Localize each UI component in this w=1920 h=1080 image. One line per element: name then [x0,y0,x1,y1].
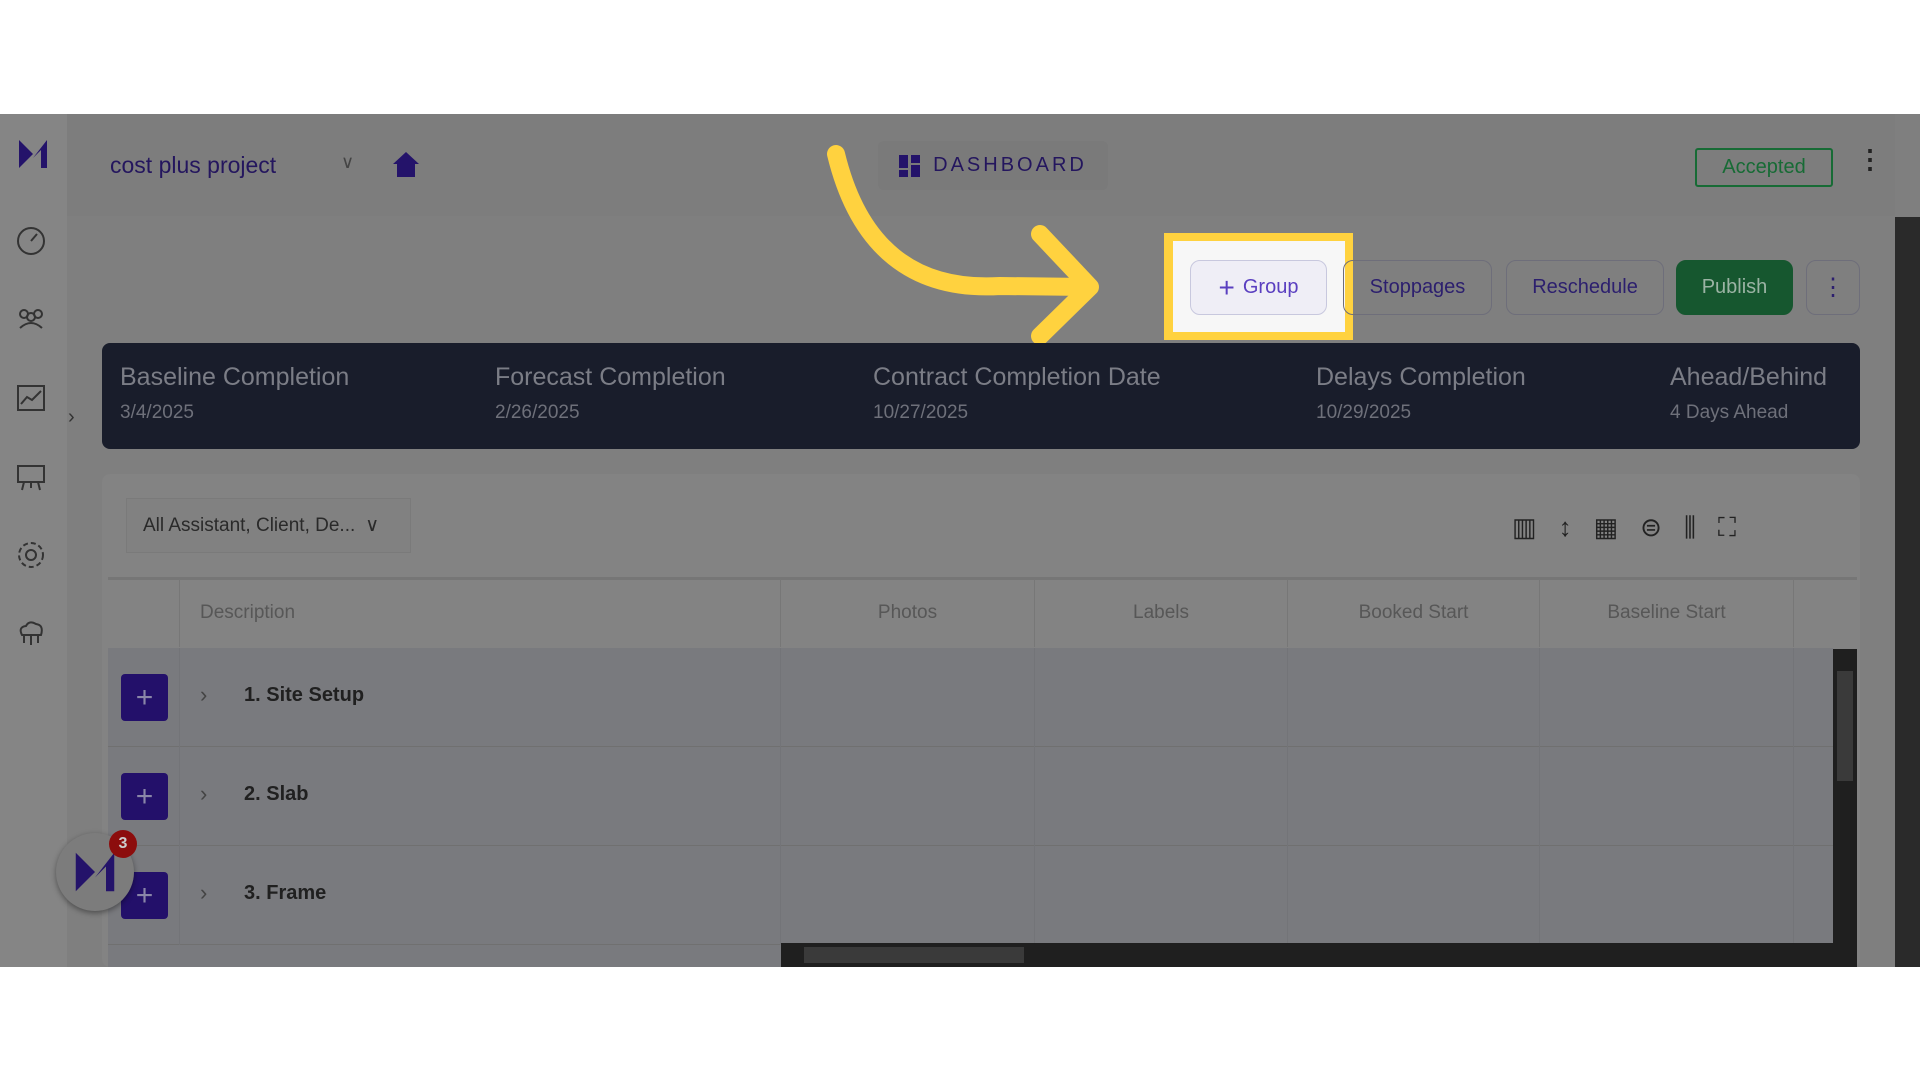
app-window: › cost plus project ∨ DASHBOARD Accepted… [0,114,1920,967]
table-toolbar: ▥ ↕ ▦ ⊜ ⫼ ⛶ [1512,512,1736,544]
calendar-icon[interactable]: ▦ [1594,512,1619,544]
table-horizontal-scrollbar[interactable] [781,943,1857,967]
column-header-photos[interactable]: Photos [781,579,1035,647]
summary-forecast: Forecast Completion 2/26/2025 [495,363,726,423]
expand-chevron-icon[interactable]: › [200,781,207,807]
table-row[interactable]: + › 2. Slab [108,747,1833,846]
table-vertical-scrollbar[interactable] [1833,649,1857,943]
group-name: 2. Slab [244,783,309,805]
summary-delays: Delays Completion 10/29/2025 [1316,363,1526,423]
expand-chevron-icon[interactable]: › [200,682,207,708]
group-name: 3. Frame [244,882,327,904]
add-task-button[interactable]: + [121,674,168,721]
column-header-description[interactable]: Description [180,579,781,647]
column-header-booked-start[interactable]: Booked Start [1288,579,1540,647]
chart-view-icon[interactable]: ▥ [1512,512,1537,544]
column-header-actions [108,579,180,647]
summary-banner: Baseline Completion 3/4/2025 Forecast Com… [102,343,1860,449]
summary-contract: Contract Completion Date 10/27/2025 [873,363,1161,423]
filter-dropdown[interactable]: All Assistant, Client, De... ∨ [126,498,411,553]
table-row[interactable]: + › 3. Frame [108,846,1833,945]
column-header-labels[interactable]: Labels [1035,579,1288,647]
summary-ahead-behind: Ahead/Behind 4 Days Ahead [1670,363,1828,423]
notification-count-badge: 3 [109,830,137,858]
fullscreen-icon[interactable]: ⛶ [1718,512,1736,544]
filter-icon[interactable]: ⊜ [1640,512,1662,544]
columns-icon[interactable]: ⫼ [1684,512,1696,544]
column-header-baseline-start[interactable]: Baseline Start [1540,579,1794,647]
add-task-button[interactable]: + [121,773,168,820]
summary-baseline: Baseline Completion 3/4/2025 [120,363,350,423]
table-row[interactable]: + › 1. Site Setup [108,648,1833,747]
expand-chevron-icon[interactable]: › [200,880,207,906]
group-name: 1. Site Setup [244,684,365,706]
logo-icon [75,852,115,892]
chevron-down-icon: ∨ [365,515,380,536]
expand-rows-icon[interactable]: ↕ [1559,512,1572,544]
